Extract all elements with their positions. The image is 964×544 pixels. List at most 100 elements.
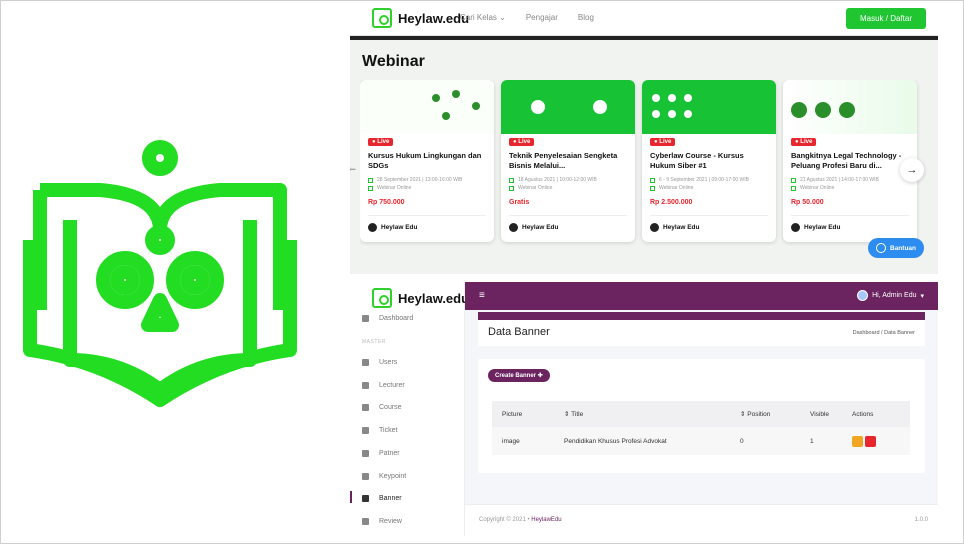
copyright-text: Copyright © 2021 • <box>479 517 530 523</box>
chart-icon <box>362 315 369 322</box>
users-icon <box>362 359 369 366</box>
webinar-price: Gratis <box>509 199 530 206</box>
sidebar-item-review[interactable]: Review <box>362 518 462 525</box>
page-header: Data Banner Dashboard / Data Banner <box>478 312 925 346</box>
sidebar-item-label: Banner <box>379 495 402 502</box>
sidebar-item-dashboard[interactable]: Dashboard <box>362 315 462 322</box>
nav-blog[interactable]: Blog <box>578 13 594 22</box>
divider <box>368 215 486 216</box>
user-menu[interactable]: Hi, Admin Edu ▾ <box>857 290 924 301</box>
nav-cari-kelas-label: Cari Kelas <box>460 13 497 22</box>
login-button[interactable]: Masuk / Daftar <box>846 8 926 29</box>
create-banner-button[interactable]: Create Banner ✚ <box>488 369 550 382</box>
sidebar-item-label: Ticket <box>379 427 398 434</box>
table-header: Picture ⇕ Title ⇕ Position Visible Actio… <box>492 401 910 427</box>
sidebar-item-patner[interactable]: Patner <box>362 450 462 457</box>
sidebar-item-users[interactable]: Users <box>362 359 462 366</box>
sidebar-item-lecturer[interactable]: Lecturer <box>362 382 462 389</box>
webinar-card[interactable]: ● Live Kursus Hukum Lingkungan dan SDGs … <box>360 80 494 242</box>
webinar-title[interactable]: Teknik Penyelesaian Sengketa Bisnis Mela… <box>509 151 629 171</box>
edit-icon[interactable] <box>852 435 863 447</box>
webinar-banner-image <box>360 80 494 134</box>
site-navbar: Heylaw.edu Cari Kelas ⌄ Pengajar Blog Ma… <box>350 2 938 36</box>
cell-position: 0 <box>740 437 744 445</box>
admin-brand[interactable]: Heylaw.edu <box>372 288 469 308</box>
webinar-author: Heylaw Edu <box>650 223 699 232</box>
sidebar-item-label: Lecturer <box>379 382 405 389</box>
footer-brand-link[interactable]: HeylawEdu <box>531 517 561 523</box>
webinar-title[interactable]: Bangkitnya Legal Technology - Peluang Pr… <box>791 151 911 171</box>
live-badge: ● Live <box>791 138 817 146</box>
page-title: Data Banner <box>488 326 550 338</box>
carousel-prev-icon[interactable]: ← <box>350 160 358 174</box>
book-icon <box>362 404 369 411</box>
review-icon <box>362 518 369 525</box>
video-icon <box>509 185 514 191</box>
speaker-photo-icon <box>593 100 607 114</box>
banner-panel: Create Banner ✚ Picture ⇕ Title ⇕ Positi… <box>478 359 925 473</box>
avatar <box>857 290 869 301</box>
author-avatar <box>368 223 377 232</box>
live-badge-text: Live <box>659 139 672 145</box>
sidebar-item-keypoint[interactable]: Keypoint <box>362 473 462 480</box>
handshake-icon <box>362 450 369 457</box>
author-name: Heylaw Edu <box>804 224 841 231</box>
sidebar-item-ticket[interactable]: Ticket <box>362 427 462 434</box>
table-row: image Pendidikan Khusus Profesi Advokat … <box>492 427 910 455</box>
author-name: Heylaw Edu <box>522 224 559 231</box>
col-picture[interactable]: Picture <box>492 411 542 418</box>
site-brand[interactable]: Heylaw.edu <box>372 8 469 28</box>
divider <box>650 215 768 216</box>
chevron-down-icon: ⌄ <box>499 13 506 22</box>
calendar-icon <box>368 177 373 183</box>
webinar-author: Heylaw Edu <box>509 223 558 232</box>
author-avatar <box>509 223 518 232</box>
sidebar-item-banner[interactable]: Banner <box>362 495 462 502</box>
delete-icon[interactable] <box>865 435 876 447</box>
webinar-card[interactable]: ● Live Bangkitnya Legal Technology - Pel… <box>783 80 917 242</box>
active-indicator <box>350 491 352 503</box>
sidebar-section-label: MASTER <box>362 339 386 345</box>
site-nav-links: Cari Kelas ⌄ Pengajar Blog <box>460 13 594 22</box>
nav-pengajar[interactable]: Pengajar <box>526 13 558 22</box>
caret-down-icon: ▾ <box>920 292 924 300</box>
webinar-meta: 18 Agustus 2021 | 10:00-12:00 WIB Webina… <box>509 176 597 192</box>
webinar-banner-image <box>642 80 776 134</box>
live-badge: ● Live <box>509 138 535 146</box>
sidebar-item-label: Keypoint <box>379 473 407 480</box>
speaker-photo-icon <box>432 94 440 102</box>
book-logo-icon <box>372 8 392 28</box>
nav-cari-kelas[interactable]: Cari Kelas ⌄ <box>460 13 506 22</box>
sidebar-item-label: Patner <box>379 450 400 457</box>
help-label: Bantuan <box>890 244 916 252</box>
webinar-date: 18 Agustus 2021 | 10:00-12:00 WIB <box>518 177 597 183</box>
help-button[interactable]: Bantuan <box>868 238 924 258</box>
key-icon <box>362 473 369 480</box>
sidebar-item-label: Review <box>379 518 402 525</box>
breadcrumb[interactable]: Dashboard / Data Banner <box>853 330 915 336</box>
carousel-next-icon[interactable]: → <box>900 158 924 182</box>
speaker-photo-icon <box>815 102 831 118</box>
webinar-title[interactable]: Kursus Hukum Lingkungan dan SDGs <box>368 151 488 171</box>
webinar-card[interactable]: ● Live Cyberlaw Course - Kursus Hukum Si… <box>642 80 776 242</box>
webinar-card[interactable]: ● Live Teknik Penyelesaian Sengketa Bisn… <box>501 80 635 242</box>
menu-toggle-icon[interactable]: ≡ <box>479 290 485 301</box>
speaker-photo-icon <box>472 102 480 110</box>
speaker-photo-icon <box>652 110 660 118</box>
webinar-banner-image <box>501 80 635 134</box>
webinar-meta: 6 - 9 September 2021 | 09:00-17:00 WIB W… <box>650 176 749 192</box>
webinar-mode: Webinar Online <box>377 185 412 191</box>
webinar-price: Rp 2.500.000 <box>650 199 693 206</box>
book-logo-icon <box>372 288 392 308</box>
sidebar-item-label: Dashboard <box>379 315 414 322</box>
webinar-price: Rp 750.000 <box>368 199 405 206</box>
col-position[interactable]: ⇕ Position <box>722 410 792 418</box>
webinar-title[interactable]: Cyberlaw Course - Kursus Hukum Siber #1 <box>650 151 770 171</box>
webinar-author: Heylaw Edu <box>791 223 840 232</box>
col-title[interactable]: ⇕ Title <box>542 410 722 418</box>
webinar-carousel: ● Live Kursus Hukum Lingkungan dan SDGs … <box>360 80 930 246</box>
video-icon <box>368 185 373 191</box>
sidebar-item-course[interactable]: Course <box>362 404 462 411</box>
webinar-mode: Webinar Online <box>659 185 694 191</box>
col-visible[interactable]: Visible <box>792 411 852 418</box>
